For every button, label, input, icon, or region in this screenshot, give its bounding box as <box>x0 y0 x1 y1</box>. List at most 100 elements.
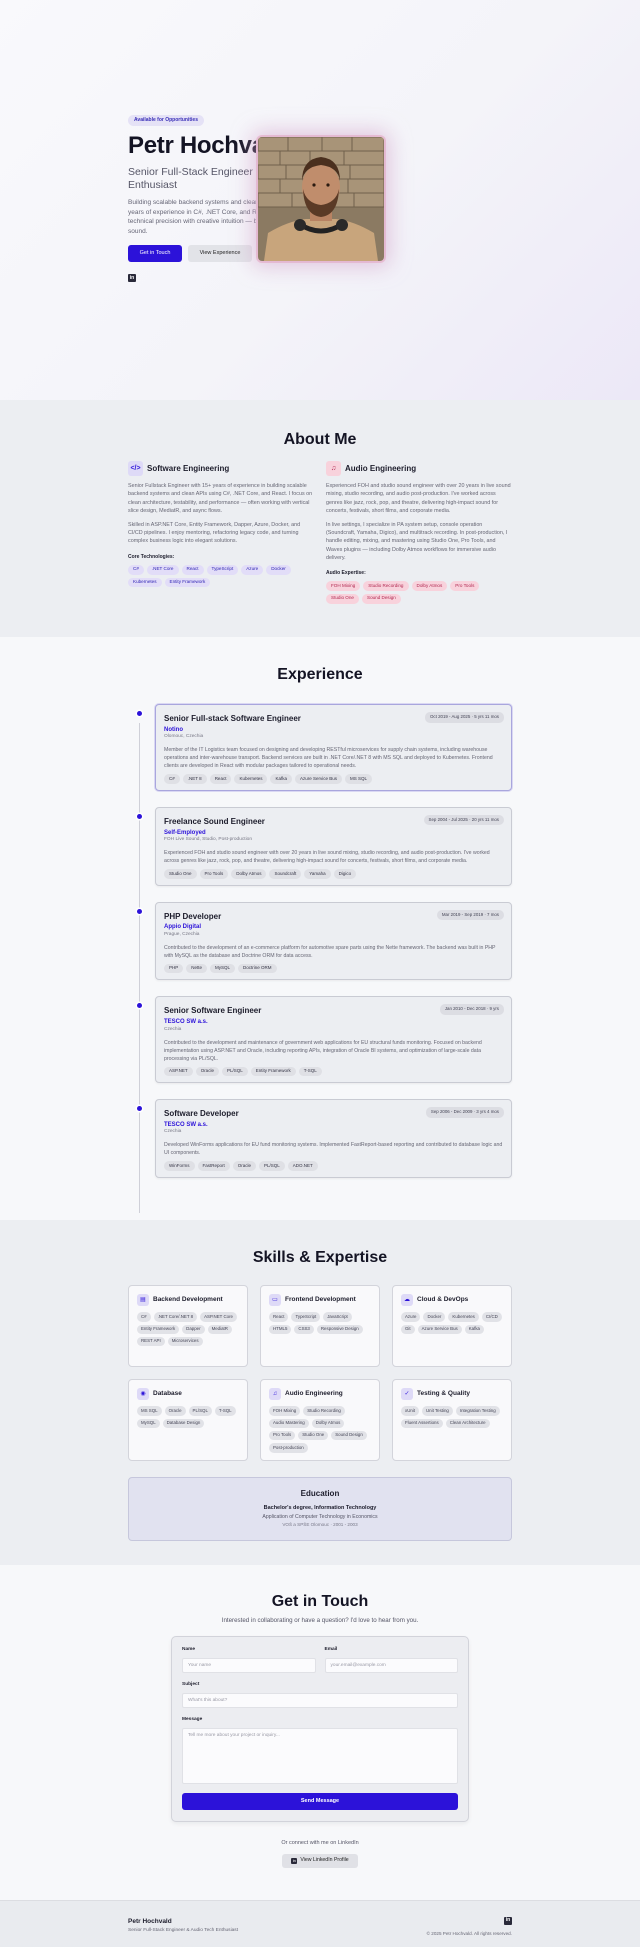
linkedin-profile-label: View LinkedIn Profile <box>300 1857 349 1864</box>
music-note-icon: ♫ <box>326 461 341 477</box>
job-tag: Digico <box>333 869 357 879</box>
skill-tag: .NET Core/.NET 8 <box>153 1312 198 1322</box>
tech-tag: .NET Core <box>146 564 179 575</box>
skill-tag: REST API <box>137 1336 165 1347</box>
skill-tag: Azure <box>401 1312 421 1322</box>
skill-tag: CSS3 <box>294 1324 314 1334</box>
skill-tags: MS SQL Oracle PL/SQL T-SQL MySQL Database Des… <box>137 1406 239 1428</box>
skill-card-header: ▭ Frontend Development <box>269 1294 371 1307</box>
job-tag: Studio One <box>164 869 197 879</box>
job-tags: Studio One Pro Tools Dolby Atmos Soundcraft… <box>164 869 503 879</box>
name-field[interactable]: Your name <box>182 1658 316 1674</box>
linkedin-icon: in <box>291 1858 298 1864</box>
timeline-dot <box>137 711 142 717</box>
about-section: About Me </> Software Engineering Senior… <box>0 400 640 637</box>
software-column: </> Software Engineering Senior Fullstac… <box>128 461 314 603</box>
job-tag: ADO.NET <box>287 1161 318 1171</box>
job-tag: Azure Service Bus <box>295 774 343 784</box>
job-tag: React <box>209 774 232 784</box>
skill-card-header: ▤ Backend Development <box>137 1294 239 1307</box>
job-date-badge: Mar 2019 - Sep 2019 · 7 mos <box>436 909 504 921</box>
job-tag: Soundcraft <box>269 869 302 879</box>
job-company: Notino <box>164 726 183 733</box>
skill-tag: React <box>269 1312 289 1322</box>
job-tag: ASP.NET <box>164 1066 193 1077</box>
skill-tag: Studio One <box>298 1430 329 1441</box>
skill-tag: Dolby Atmos <box>311 1418 345 1428</box>
profile-photo <box>258 137 384 261</box>
education-program: Application of Computer Technology in Ec… <box>262 1513 378 1520</box>
view-experience-button[interactable]: View Experience <box>188 245 252 263</box>
message-label: Message <box>182 1717 203 1723</box>
skill-tag: Responsive Design <box>316 1324 363 1334</box>
skill-tags: Azure Docker Kubernetes CI/CD Git Azure Servi… <box>401 1312 503 1334</box>
database-icon: ◉ <box>137 1388 149 1401</box>
skill-tag: xUnit <box>401 1406 420 1416</box>
about-title: About Me <box>283 431 357 448</box>
skill-tags: FOH Mixing Studio Recording Audio Masterin… <box>269 1406 371 1453</box>
code-icon: </> <box>128 461 143 477</box>
email-field[interactable]: your.email@example.com <box>324 1658 458 1674</box>
job-tag: Doctrine ORM <box>238 963 277 974</box>
availability-badge: Available for Opportunities <box>128 115 204 127</box>
skill-tag: Kubernetes <box>448 1312 479 1322</box>
skill-tag: Azure Service Bus <box>417 1324 462 1334</box>
job-card: Senior Software Engineer TESCO SW a.s. Cze… <box>137 996 512 1084</box>
job-company: TESCO SW a.s. <box>164 1019 208 1026</box>
linkedin-prompt: Or connect with me on LinkedIn <box>281 1840 359 1847</box>
audio-expertise-label: Audio Expertise: <box>326 570 366 577</box>
job-card: Senior Full-stack Software Engineer Notin… <box>137 704 512 791</box>
job-tag: Dolby Atmos <box>231 869 267 879</box>
skill-card-header: ♫ Audio Engineering <box>269 1388 371 1401</box>
skill-tag: Fluent Assertions <box>401 1418 443 1428</box>
skill-card-title: Audio Engineering <box>285 1390 343 1398</box>
skill-tag: MediatR <box>207 1324 232 1334</box>
job-tag: MySQL <box>210 963 236 974</box>
tech-tag: React <box>181 564 204 575</box>
job-tag: Yamaha <box>304 869 331 879</box>
job-tag: PHP <box>164 963 184 974</box>
linkedin-icon[interactable]: in <box>504 1917 512 1925</box>
skill-tag: MS SQL <box>137 1406 162 1416</box>
hero-section: Available for Opportunities Petr Hochval… <box>0 0 640 400</box>
tech-tag: Docker <box>266 564 291 575</box>
audio-expertise-tags: FOH Mixing Studio Recording Dolby Atmos Pro… <box>326 581 512 604</box>
subject-field[interactable]: What's this about? <box>182 1693 458 1709</box>
skill-tag: Unit Testing <box>422 1406 453 1416</box>
skill-tag: Git <box>401 1324 415 1334</box>
core-tech-label: Core Technologies: <box>128 553 175 560</box>
job-tag: Kafka <box>270 774 292 784</box>
skill-tag: Pro Tools <box>269 1430 296 1441</box>
skills-title: Skills & Expertise <box>252 1249 388 1266</box>
skill-tag: HTML5 <box>269 1324 292 1334</box>
job-date-badge: Sep 2006 - Dec 2009 · 3 yrs 4 mos <box>425 1107 504 1118</box>
server-icon: ▤ <box>137 1294 149 1307</box>
skill-card: ☁ Cloud & DevOps Azure Docker Kubernetes CI/C… <box>392 1285 512 1368</box>
get-in-touch-button[interactable]: Get in Touch <box>128 245 182 263</box>
audio-tag: Studio Recording <box>363 581 409 591</box>
message-field[interactable]: Tell me more about your project or inqui… <box>182 1728 458 1785</box>
software-paragraph-1: Senior Fullstack Engineer with 15+ years… <box>128 483 313 514</box>
job-description: Contributed to the development and maint… <box>164 1039 482 1062</box>
contact-form: Name Your name Email your.email@example.… <box>171 1636 469 1823</box>
linkedin-profile-button[interactable]: in View LinkedIn Profile <box>282 1854 358 1868</box>
skill-card-header: ◉ Database <box>137 1388 239 1401</box>
skill-tags: C# .NET Core/.NET 8 ASP.NET Core Entity Fra… <box>137 1312 239 1347</box>
job-company: TESCO SW a.s. <box>164 1121 208 1128</box>
send-message-button[interactable]: Send Message <box>182 1793 458 1811</box>
job-location: FOH Live Sound, Studio, Post-production <box>164 837 252 843</box>
audio-tag: Studio One <box>326 593 359 604</box>
job-location: Czechia <box>164 1026 182 1032</box>
job-card: Software Developer TESCO SW a.s. Czechia Se… <box>137 1099 512 1178</box>
linkedin-icon[interactable]: in <box>128 274 136 283</box>
skill-card-title: Frontend Development <box>285 1296 356 1304</box>
skill-tag: Oracle <box>164 1406 186 1416</box>
job-date-badge: Jan 2010 - Dec 2018 · 9 yrs <box>439 1004 504 1015</box>
skill-tag: Post-production <box>269 1443 308 1453</box>
software-title: Software Engineering <box>147 463 230 473</box>
job-card: Freelance Sound Engineer Self-Employed FOH… <box>137 806 512 886</box>
footer-copyright: © 2025 Petr Hochvald. All rights reserve… <box>426 1931 512 1936</box>
job-tag: Entity Framework <box>250 1066 296 1077</box>
experience-section: Experience Senior Full-stack Software En… <box>0 637 640 1220</box>
job-date-badge: Sep 2004 - Jul 2025 · 20 yrs 11 mos <box>423 814 504 826</box>
